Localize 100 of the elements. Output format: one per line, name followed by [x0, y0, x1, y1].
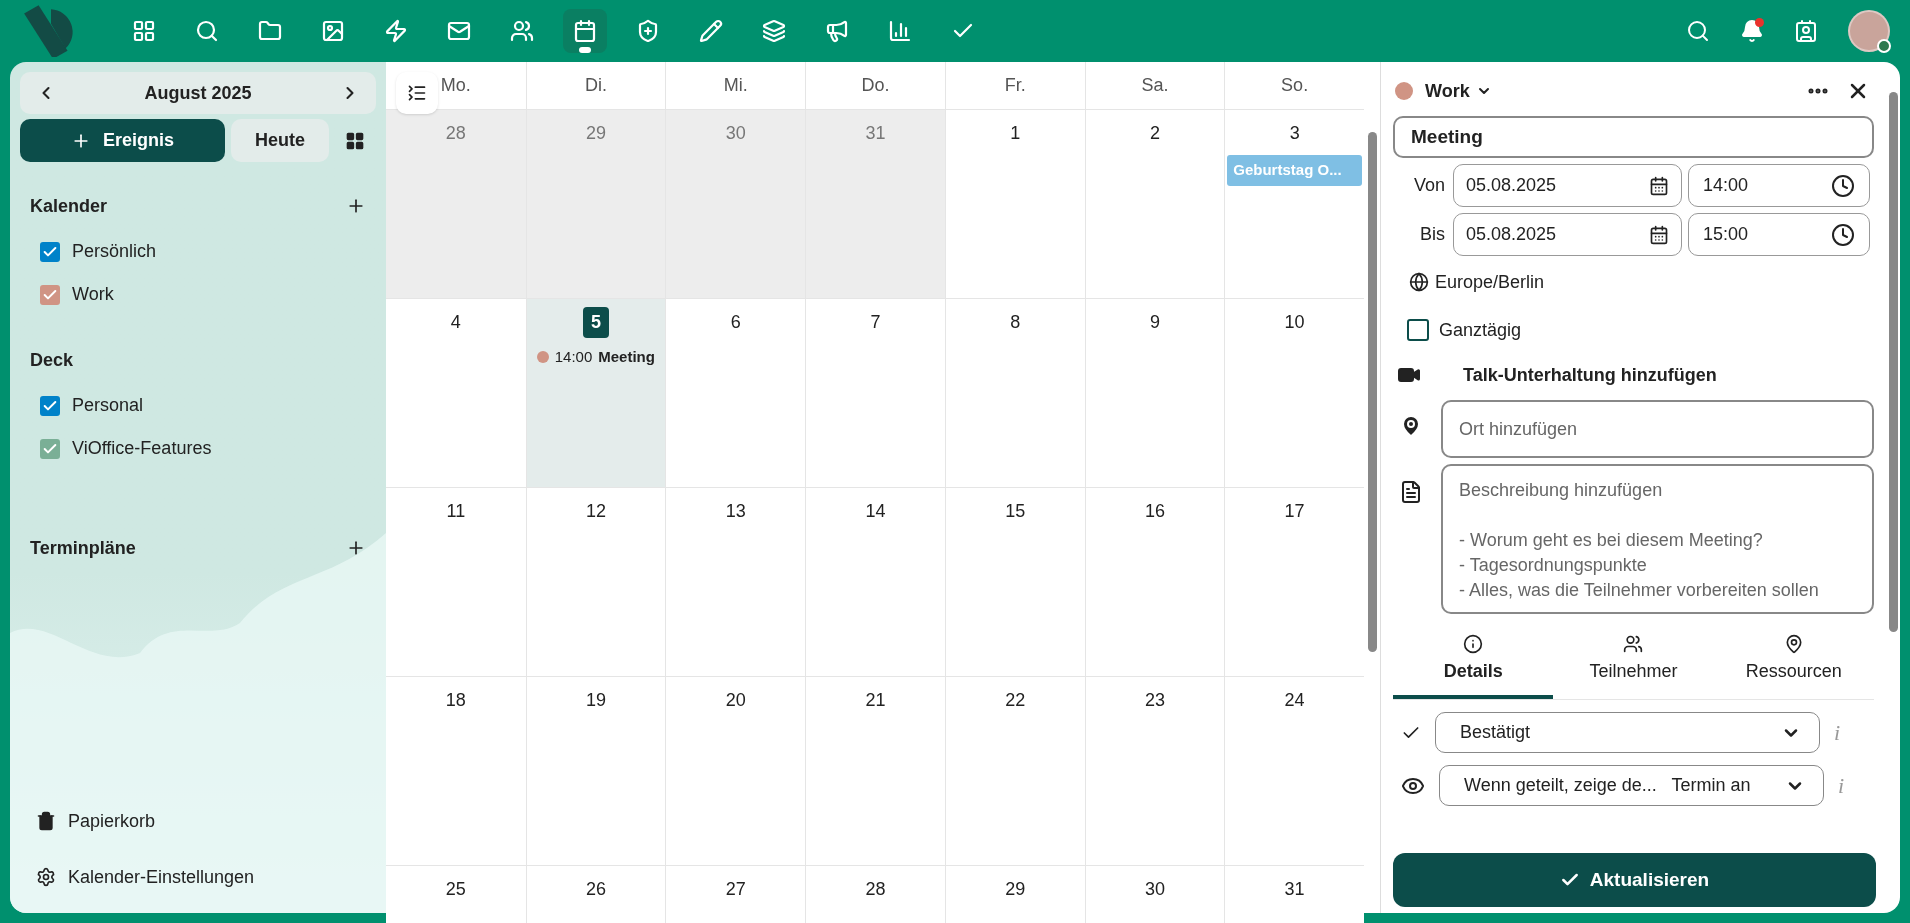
day-number: 15: [1005, 500, 1026, 523]
update-button[interactable]: Aktualisieren: [1393, 853, 1876, 907]
day-number: 31: [865, 122, 886, 145]
day-cell[interactable]: 26: [525, 866, 666, 923]
calendar-name[interactable]: Personal: [72, 392, 144, 419]
weekday-label: So.: [1281, 74, 1309, 97]
checkbox[interactable]: [40, 284, 60, 305]
day-number: 2: [1149, 122, 1160, 145]
clock-icon: [1831, 173, 1855, 198]
collapse-sidebar-button[interactable]: [396, 72, 438, 114]
day-number: 7: [870, 311, 881, 334]
day-number: 31: [1284, 878, 1305, 901]
tab[interactable]: Ressourcen: [1713, 632, 1874, 699]
day-number: 19: [586, 689, 607, 712]
trash-icon: [36, 811, 56, 831]
calendar-icon: [1649, 224, 1669, 245]
day-number: 14: [865, 500, 886, 523]
day-cell[interactable]: 29: [944, 866, 1085, 923]
collapse-icon: [407, 83, 427, 103]
search-icon[interactable]: [1686, 19, 1710, 43]
day-number: 26: [586, 878, 607, 901]
section-heading: Kalender: [30, 194, 108, 218]
day-cell[interactable]: 28: [386, 110, 526, 298]
day-number: 5: [583, 307, 610, 338]
weekday-label: Mi.: [723, 74, 748, 97]
checkbox[interactable]: [40, 395, 60, 416]
day-number: 30: [725, 122, 746, 145]
day-cell[interactable]: 3 Geburtstag O...: [1224, 110, 1364, 298]
day-cell[interactable]: 30: [665, 110, 806, 298]
people-icon: [1623, 634, 1644, 654]
section-heading: Terminpläne: [30, 536, 136, 560]
day-number: 6: [730, 311, 741, 334]
tab[interactable]: Details: [1393, 632, 1554, 699]
info-icon: [1463, 634, 1484, 654]
day-number: 10: [1284, 311, 1305, 334]
all-day-label: Ganztägig: [1439, 318, 1522, 342]
weekday-label: Fr.: [1004, 74, 1026, 97]
calendar-name[interactable]: Persönlich: [72, 238, 157, 265]
day-number: 25: [445, 878, 466, 901]
day-number: 28: [445, 122, 466, 145]
day-number: 16: [1144, 500, 1165, 523]
location-field[interactable]: Ort hinzufügen: [1441, 400, 1874, 458]
tab[interactable]: Teilnehmer: [1553, 632, 1714, 699]
today-button[interactable]: Heute: [231, 119, 329, 162]
weekday-label: Di.: [585, 74, 608, 97]
event-time[interactable]: 14:00: [554, 346, 593, 369]
globe-icon: [1409, 272, 1429, 292]
description-field[interactable]: Beschreibung hinzufügen - Worum geht es bei diesem Meeting? - Tagesordnungspunkte - Alles, was die Teilnehmer vorbereiten sollen: [1441, 464, 1874, 614]
checkbox[interactable]: [1407, 319, 1429, 341]
contacts-icon[interactable]: [1794, 19, 1818, 43]
clock-icon: [1831, 222, 1855, 247]
section-heading: Deck: [30, 348, 74, 372]
day-cell[interactable]: 29: [525, 110, 666, 298]
day-cell[interactable]: 5 14:00 Meeting: [525, 299, 666, 487]
day-number: 18: [445, 689, 466, 712]
day-number: 24: [1284, 689, 1305, 712]
day-number: 23: [1144, 689, 1165, 712]
timezone-link[interactable]: Europe/Berlin: [1435, 268, 1545, 296]
notes-icon: [1399, 480, 1423, 504]
date-field[interactable]: 05.08.2025: [1453, 213, 1682, 256]
calendar-name[interactable]: ViOffice-Features: [72, 435, 212, 462]
calendar-name[interactable]: Work: [72, 281, 114, 308]
time-field[interactable]: 14:00: [1688, 164, 1870, 207]
footer-link[interactable]: Kalender-Einstellungen: [68, 863, 255, 891]
day-cell[interactable]: 28: [805, 866, 945, 923]
date-field[interactable]: 05.08.2025: [1453, 164, 1682, 207]
day-number: 21: [865, 689, 886, 712]
weekday-label: Sa.: [1141, 74, 1169, 97]
add-talk-link[interactable]: Talk-Unterhaltung hinzufügen: [1463, 361, 1717, 389]
day-number: 3: [1289, 122, 1300, 145]
calendar-selector[interactable]: Work: [1425, 77, 1470, 105]
day-number: 22: [1005, 689, 1026, 712]
notifications-icon[interactable]: [1740, 19, 1764, 43]
day-cell[interactable]: 30: [1084, 866, 1225, 923]
day-cell[interactable]: 31: [805, 110, 945, 298]
day-number: 29: [586, 122, 607, 145]
select-field[interactable]: Bestätigt: [1435, 712, 1820, 753]
range-label: Bis: [1419, 223, 1446, 246]
day-cell[interactable]: 31: [1224, 866, 1364, 923]
day-number: 28: [865, 878, 886, 901]
footer-link[interactable]: Papierkorb: [68, 807, 156, 835]
calendar-icon[interactable]: [563, 9, 607, 53]
time-field[interactable]: 15:00: [1688, 213, 1870, 256]
avatar[interactable]: [1848, 10, 1890, 52]
day-number: 11: [446, 500, 466, 523]
view-grid-icon[interactable]: [345, 130, 365, 151]
select-field[interactable]: Wenn geteilt, zeige de... Termin an: [1439, 765, 1824, 806]
new-event-button[interactable]: Ereignis: [20, 119, 225, 162]
checkbox[interactable]: [40, 438, 60, 459]
day-number: 12: [586, 500, 607, 523]
day-number: 4: [450, 311, 461, 334]
day-number: 9: [1149, 311, 1160, 334]
day-number: 8: [1010, 311, 1021, 334]
weekday-label: Do.: [861, 74, 890, 97]
title-field[interactable]: Meeting: [1393, 116, 1874, 158]
event-title[interactable]: Meeting: [598, 346, 655, 369]
day-cell[interactable]: 27: [665, 866, 806, 923]
day-number: 27: [725, 878, 746, 901]
checkbox[interactable]: [40, 241, 60, 262]
calendar-icon: [1649, 175, 1669, 196]
